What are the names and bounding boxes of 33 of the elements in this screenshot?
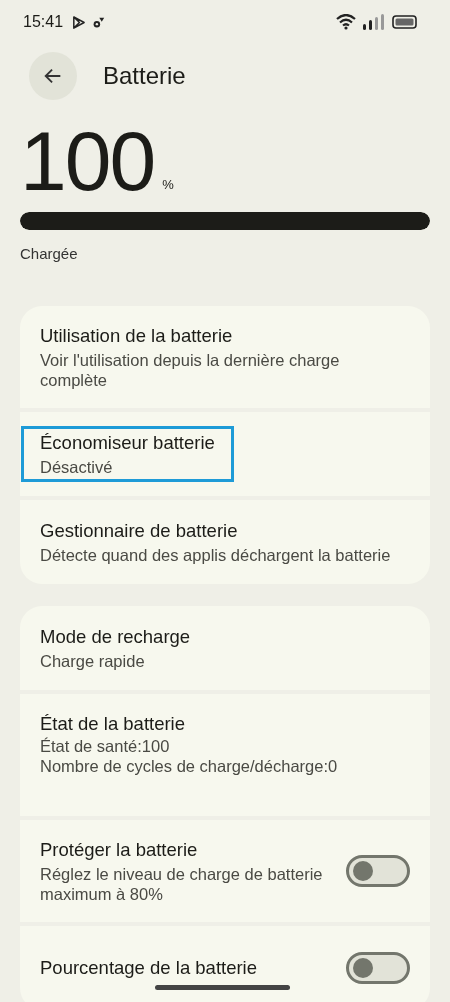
play-icon <box>71 14 87 30</box>
item-subtitle: Charge rapide <box>40 651 146 671</box>
item-title: Mode de recharge <box>40 625 192 649</box>
item-title: Utilisation de la batterie <box>40 324 234 348</box>
item-detail: Nombre de cycles de charge/décharge:0 <box>40 756 339 776</box>
item-title: État de la batterie <box>40 712 186 736</box>
settings-item[interactable]: Protéger la batterie Réglez le niveau de charge de batterie maximum à 80% <box>20 820 430 922</box>
item-subtitle: Réglez le niveau de charge de batterie maximum à 80% <box>40 864 324 904</box>
percent-sign: % <box>162 177 174 192</box>
settings-item[interactable]: Économiseur batterie Désactivé <box>20 412 430 496</box>
item-title: Pourcentage de la batterie <box>40 956 258 980</box>
back-button[interactable] <box>29 52 77 100</box>
toggle-switch[interactable] <box>346 952 410 984</box>
item-title: Protéger la batterie <box>40 838 199 862</box>
signal-icon <box>362 13 386 31</box>
battery-icon <box>392 14 418 30</box>
item-subtitle: Désactivé <box>40 457 114 477</box>
item-title: Gestionnaire de batterie <box>40 519 239 543</box>
item-detail: État de santé:100 <box>40 736 171 756</box>
settings-item[interactable]: Gestionnaire de batterie Détecte quand des applis déchargent la batterie <box>20 500 430 584</box>
item-subtitle: Détecte quand des applis déchargent la batterie <box>40 545 392 565</box>
item-title: Économiseur batterie <box>40 431 215 455</box>
wifi-icon <box>336 14 356 30</box>
settings-item[interactable]: État de la batterie État de santé:100 Nombre de cycles de charge/décharge:0 <box>20 694 430 816</box>
item-subtitle: Voir l'utilisation depuis la dernière charge complète <box>40 350 341 390</box>
charge-status: Chargée <box>19 244 79 262</box>
settings-item[interactable]: Pourcentage de la batterie <box>20 926 430 1002</box>
battery-percentage: 100 <box>20 120 155 202</box>
settings-item[interactable]: Utilisation de la batterie Voir l'utilisation depuis la dernière charge complète <box>20 306 430 408</box>
settings-item[interactable]: Mode de recharge Charge rapide <box>20 606 430 690</box>
page-title: Batterie <box>103 62 186 90</box>
status-time: 15:41 <box>23 13 64 31</box>
toggle-switch[interactable] <box>346 855 410 887</box>
